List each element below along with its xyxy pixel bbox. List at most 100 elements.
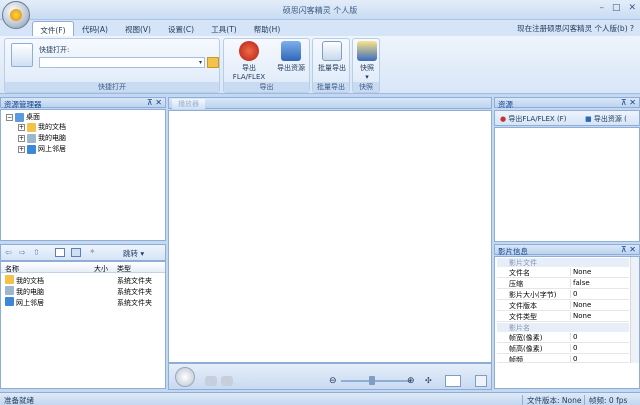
property-key: 文件类型: [509, 313, 537, 321]
zoom-slider[interactable]: [341, 380, 411, 382]
resources-title: 资源: [498, 100, 513, 109]
open-file-icon: [11, 43, 33, 67]
export-fla-label: 导出FLA/FLEX (F): [508, 115, 567, 123]
camera-icon: [357, 41, 377, 61]
property-row[interactable]: 文件名 None: [497, 268, 629, 278]
view-details-icon[interactable]: [71, 248, 81, 257]
flash-icon: [239, 41, 259, 61]
tree-label: 我的电脑: [38, 134, 66, 142]
fit-icon[interactable]: ✣: [425, 376, 432, 385]
column-type[interactable]: 类型: [117, 264, 131, 274]
group-label-export: 导出: [224, 82, 309, 92]
tree-item-desktop[interactable]: − 桌面: [6, 112, 40, 122]
forward-icon[interactable]: ⇨: [19, 248, 26, 257]
group-snapshot: 快照 ▾ 快照: [352, 38, 380, 93]
snapshot-label: 快照: [360, 64, 374, 72]
tab-code[interactable]: 代码(A): [78, 21, 112, 36]
back-icon[interactable]: ⇦: [5, 248, 12, 257]
search-icon[interactable]: [445, 375, 461, 387]
quick-open-input[interactable]: ▾: [39, 57, 205, 68]
property-value: None: [570, 301, 628, 309]
property-row[interactable]: 帧频 0: [497, 355, 629, 363]
property-row[interactable]: 帧宽(像素) 0: [497, 333, 629, 343]
window-controls: – □ ✕: [599, 3, 636, 13]
batch-export-label: 批量导出: [318, 64, 346, 72]
app-menu-orb-button[interactable]: [2, 1, 30, 29]
export-fla-button[interactable]: 导出FLA/FLEX: [226, 41, 272, 81]
close-button[interactable]: ✕: [628, 3, 636, 13]
help-icon[interactable]: ?: [630, 24, 634, 33]
tab-view[interactable]: 视图(V): [121, 21, 155, 36]
property-row[interactable]: 帧高(像素) 0: [497, 344, 629, 354]
prev-frame-icon[interactable]: [205, 376, 217, 386]
property-scrollbar[interactable]: [630, 257, 639, 363]
tab-help[interactable]: 帮助(H): [250, 21, 284, 36]
expand-icon[interactable]: +: [18, 123, 25, 131]
tab-settings[interactable]: 设置(C): [164, 21, 198, 36]
tree-label: 网上邻居: [38, 145, 66, 153]
computer-icon: [5, 286, 14, 295]
file-list-header: 名称 大小 类型: [1, 262, 165, 273]
tree-label: 桌面: [26, 113, 40, 121]
expand-icon[interactable]: +: [18, 145, 25, 153]
batch-list-icon: [322, 41, 342, 61]
resources-export-res-button[interactable]: ■ 导出资源 (: [585, 114, 627, 124]
next-frame-icon[interactable]: [221, 376, 233, 386]
tree-item-computer[interactable]: + 我的电脑: [18, 133, 66, 143]
view-icons-icon[interactable]: [55, 248, 65, 257]
tab-player[interactable]: 播放器: [172, 99, 205, 109]
folder-icon: [5, 275, 14, 284]
flash-icon: ●: [500, 115, 507, 123]
export-resource-button[interactable]: 导出资源: [272, 41, 310, 73]
pin-close-icon[interactable]: ⊼ ✕: [621, 98, 636, 107]
jump-button[interactable]: 跳转 ▾: [123, 248, 144, 259]
collapse-icon[interactable]: −: [6, 113, 13, 121]
zoom-out-icon[interactable]: ⊖: [329, 376, 337, 386]
column-name[interactable]: 名称: [5, 264, 19, 274]
property-row[interactable]: 压缩 false: [497, 279, 629, 289]
batch-export-button[interactable]: 批量导出: [313, 41, 351, 73]
pin-close-icon[interactable]: ⊼ ✕: [147, 98, 162, 107]
zoom-slider-thumb[interactable]: [369, 376, 375, 385]
tree-item-documents[interactable]: + 我的文档: [18, 122, 66, 132]
property-key: 压缩: [509, 280, 523, 288]
group-quick-open: 快捷打开: ▾ 快捷打开: [4, 38, 220, 93]
chevron-down-icon[interactable]: ▾: [199, 59, 202, 66]
export-resource-label: 导出资源 (: [593, 115, 627, 123]
list-item[interactable]: 我的文档 系统文件夹: [1, 275, 165, 285]
zoom-in-icon[interactable]: ⊕: [407, 376, 415, 386]
tab-file[interactable]: 文件(F): [32, 21, 74, 36]
fullscreen-icon[interactable]: [475, 375, 487, 387]
tree-item-network[interactable]: + 网上邻居: [18, 144, 66, 154]
property-row[interactable]: 文件类型 None: [497, 312, 629, 322]
preview-tab-bar: 播放器: [168, 97, 492, 109]
property-row[interactable]: 影片大小(字节) 0: [497, 290, 629, 300]
explorer-header: 资源管理器 ⊼ ✕: [0, 97, 166, 109]
list-item[interactable]: 网上邻居 系统文件夹: [1, 297, 165, 307]
expand-icon[interactable]: +: [18, 134, 25, 142]
section-movie-name[interactable]: 影片名: [497, 323, 629, 332]
play-button[interactable]: [175, 367, 195, 387]
folder-icon: [27, 122, 36, 132]
snapshot-button[interactable]: 快照 ▾: [353, 41, 381, 81]
up-icon[interactable]: ⇧: [33, 248, 40, 257]
resource-icon: ■: [585, 115, 592, 123]
list-item[interactable]: 我的电脑 系统文件夹: [1, 286, 165, 296]
explorer-title: 资源管理器: [4, 100, 42, 109]
maximize-button[interactable]: □: [612, 3, 621, 13]
tab-tools[interactable]: 工具(T): [207, 21, 241, 36]
computer-icon: [27, 133, 36, 143]
minimize-button[interactable]: –: [599, 3, 604, 13]
refresh-icon[interactable]: ✦: [89, 247, 96, 256]
register-note[interactable]: 现在注册硕思闪客精灵 个人版(b) ?: [517, 23, 634, 34]
folder-browse-icon[interactable]: [207, 57, 219, 68]
resources-export-fla-button[interactable]: ● 导出FLA/FLEX (F): [500, 114, 566, 124]
property-row[interactable]: 文件版本 None: [497, 301, 629, 311]
group-label-batch: 批量导出: [313, 82, 349, 92]
resource-icon: [281, 41, 301, 61]
jump-label: 跳转: [123, 249, 138, 258]
column-size[interactable]: 大小: [94, 264, 108, 274]
chevron-down-icon: ▾: [365, 73, 369, 81]
pin-close-icon[interactable]: ⊼ ✕: [621, 245, 636, 254]
section-movie-file[interactable]: 影片文件: [497, 258, 629, 267]
